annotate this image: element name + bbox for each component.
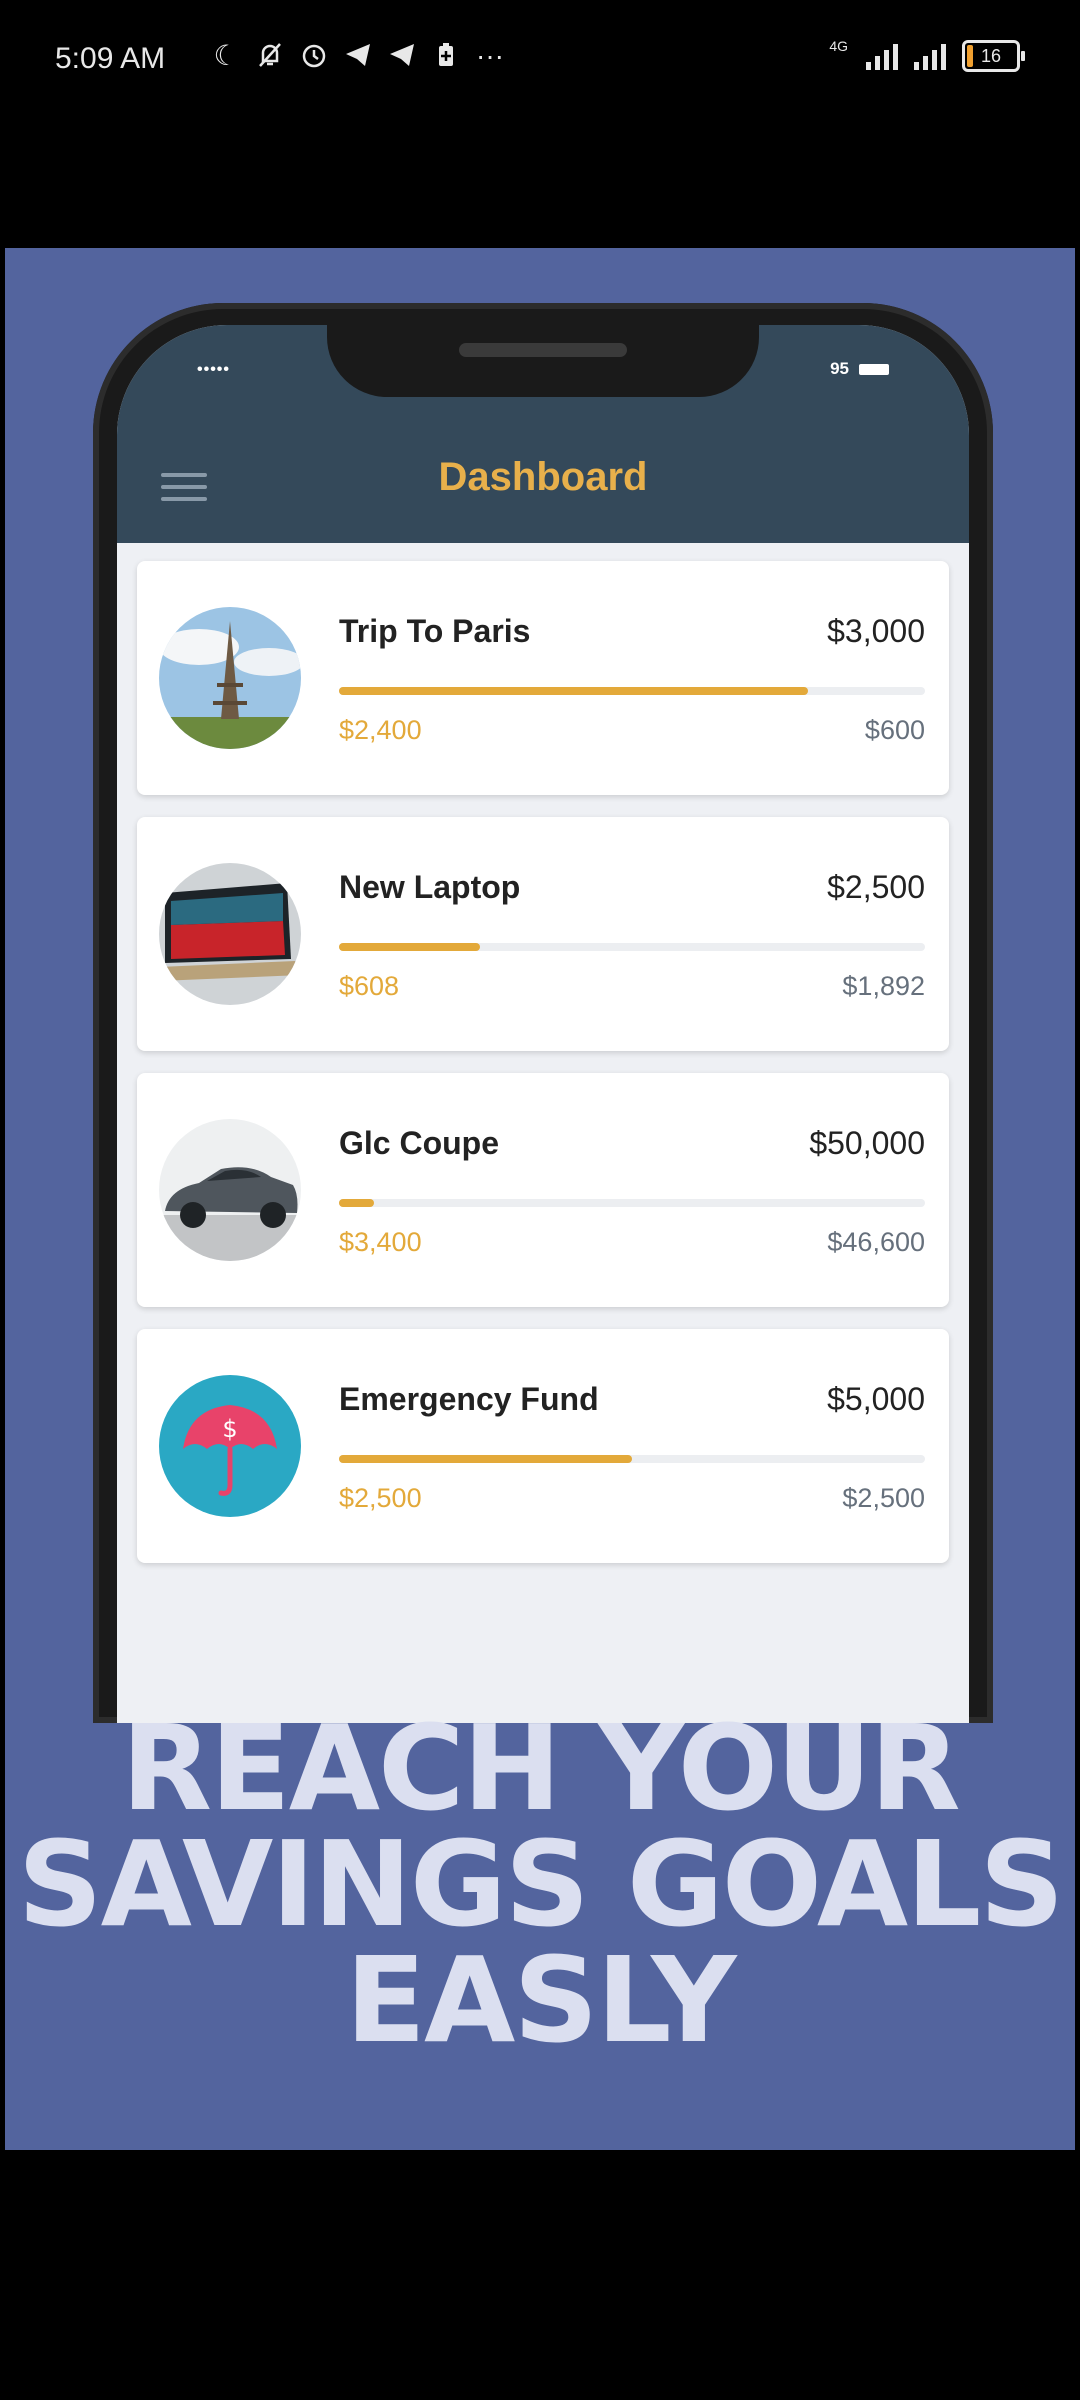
goal-remaining: $600	[864, 715, 925, 745]
goal-card[interactable]: $ Emergency Fund $5,000 $2,500 $2,500	[137, 1329, 949, 1563]
phone-screen: ••••• 95 Dashboard Trip To Paris $3,000 …	[117, 325, 969, 1723]
goal-saved: $608	[339, 971, 400, 1001]
goal-saved: $2,500	[339, 1483, 422, 1513]
notification-icons: ☾ ···	[210, 40, 506, 72]
system-status-bar: 5:09 AM ☾ ··· 4G 16	[0, 0, 1080, 120]
goal-name: Emergency Fund	[339, 1381, 599, 1417]
more-icon: ···	[476, 40, 504, 71]
app-header: ••••• 95 Dashboard	[117, 325, 969, 543]
headline-line: REACH YOUR	[121, 1699, 960, 1837]
progress-bar	[339, 687, 808, 695]
battery-icon: 16	[962, 40, 1025, 72]
goal-total: $50,000	[809, 1125, 925, 1161]
car-image	[159, 1119, 301, 1261]
moon-icon: ☾	[213, 40, 239, 71]
goal-saved: $3,400	[339, 1227, 422, 1257]
goal-remaining: $46,600	[827, 1227, 925, 1257]
promo-headline: REACH YOUR SAVINGS GOALS EASLY	[5, 1699, 1075, 2069]
promo-banner: ••••• 95 Dashboard Trip To Paris $3,000 …	[5, 248, 1075, 2150]
speaker-grille	[459, 343, 627, 357]
goal-remaining: $1,892	[842, 971, 925, 1001]
signal-icon	[866, 42, 898, 70]
progress-bar	[339, 1455, 632, 1463]
battery-level: 16	[980, 46, 1002, 66]
goal-card[interactable]: Trip To Paris $3,000 $2,400 $600	[137, 561, 949, 795]
goal-name: Glc Coupe	[339, 1125, 500, 1161]
headline-line: SAVINGS GOALS	[17, 1815, 1065, 1953]
network-type: 4G	[829, 38, 848, 54]
phone-battery-level: 95	[830, 359, 849, 378]
page-title: Dashboard	[438, 455, 648, 499]
bell-off-icon	[254, 40, 286, 72]
phone-notch	[327, 325, 759, 397]
goal-total: $2,500	[827, 869, 925, 905]
signal-dots: •••••	[197, 361, 231, 378]
system-indicators: 4G 16	[829, 38, 1025, 72]
battery-icon	[859, 363, 889, 375]
clock: 5:09 AM	[55, 42, 166, 75]
progress-track	[339, 687, 925, 695]
progress-track	[339, 1199, 925, 1207]
goal-total: $5,000	[827, 1381, 925, 1417]
laptop-image	[159, 863, 301, 1005]
progress-bar	[339, 1199, 375, 1207]
alarm-icon	[298, 40, 330, 72]
battery-saver-icon	[430, 40, 462, 72]
goal-total: $3,000	[827, 613, 925, 649]
eiffel-tower-image	[159, 607, 301, 749]
goal-remaining: $2,500	[842, 1483, 925, 1513]
goal-saved: $2,400	[339, 715, 422, 745]
goal-name: Trip To Paris	[339, 613, 531, 649]
umbrella-dollar-icon: $	[159, 1375, 301, 1517]
phone-status: 95	[830, 359, 889, 379]
telegram-icon	[342, 40, 374, 72]
progress-bar	[339, 943, 480, 951]
progress-track	[339, 1455, 925, 1463]
goal-card[interactable]: New Laptop $2,500 $608 $1,892	[137, 817, 949, 1051]
goal-list: Trip To Paris $3,000 $2,400 $600 New Lap…	[137, 561, 949, 1585]
phone-mockup: ••••• 95 Dashboard Trip To Paris $3,000 …	[93, 303, 993, 1723]
signal-icon	[914, 42, 946, 70]
telegram-icon	[386, 40, 418, 72]
goal-card[interactable]: Glc Coupe $50,000 $3,400 $46,600	[137, 1073, 949, 1307]
svg-text:$: $	[222, 1415, 237, 1443]
progress-track	[339, 943, 925, 951]
goal-name: New Laptop	[339, 869, 521, 905]
headline-line: EASLY	[345, 1931, 736, 2069]
